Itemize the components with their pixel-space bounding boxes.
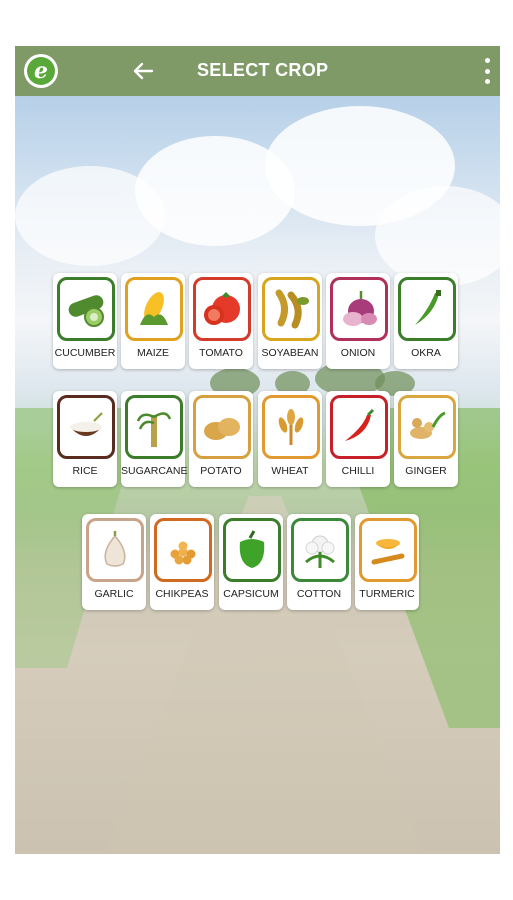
potato-icon <box>193 395 251 459</box>
soyabean-icon <box>262 277 320 341</box>
crop-label: POTATO <box>200 465 242 477</box>
tomato-icon <box>193 277 251 341</box>
crop-label: ONION <box>340 347 376 359</box>
page-title: SELECT CROP <box>197 60 329 80</box>
app-header: e SELECT CROP <box>15 46 500 96</box>
crop-card-maize[interactable]: MAIZE <box>121 273 185 369</box>
crop-label: GARLIC <box>94 588 134 600</box>
rice-icon <box>57 395 115 459</box>
crop-label: CUCUMBER <box>54 347 116 359</box>
garlic-icon <box>86 518 144 582</box>
crop-card-turmeric[interactable]: TURMERIC <box>355 514 419 610</box>
cucumber-icon <box>57 277 115 341</box>
crop-card-capsicum[interactable]: CAPSICUM <box>219 514 283 610</box>
crop-label: RICE <box>72 465 98 477</box>
crop-label: TOMATO <box>199 347 243 359</box>
maize-icon <box>125 277 183 341</box>
app-logo[interactable]: e <box>24 54 58 88</box>
crop-card-ginger[interactable]: GINGER <box>394 391 458 487</box>
crop-card-rice[interactable]: RICE <box>53 391 117 487</box>
wheat-icon <box>262 395 320 459</box>
crop-card-chikpeas[interactable]: CHIKPEAS <box>150 514 214 610</box>
chilli-icon <box>330 395 388 459</box>
crop-label: CHILLI <box>341 465 375 477</box>
okra-icon <box>398 277 456 341</box>
crop-label: GINGER <box>405 465 447 477</box>
onion-icon <box>330 277 388 341</box>
turmeric-icon <box>359 518 417 582</box>
ginger-icon <box>398 395 456 459</box>
crop-label: SOYABEAN <box>261 347 319 359</box>
crop-label: COTTON <box>296 588 342 600</box>
chikpeas-icon <box>154 518 212 582</box>
crop-card-sugarcane[interactable]: SUGARCANE <box>121 391 188 487</box>
crop-card-chilli[interactable]: CHILLI <box>326 391 390 487</box>
crop-label: CAPSICUM <box>223 588 279 600</box>
crop-card-tomato[interactable]: TOMATO <box>189 273 253 369</box>
logo-letter: e <box>27 57 55 85</box>
crop-label: OKRA <box>411 347 441 359</box>
crop-card-cotton[interactable]: COTTON <box>287 514 351 610</box>
crop-label: TURMERIC <box>359 588 415 600</box>
crop-label: SUGARCANE <box>121 465 188 477</box>
back-arrow-icon[interactable] <box>129 57 157 85</box>
crop-label: WHEAT <box>271 465 309 477</box>
crop-card-soyabean[interactable]: SOYABEAN <box>258 273 322 369</box>
sugarcane-icon <box>125 395 183 459</box>
crop-card-wheat[interactable]: WHEAT <box>258 391 322 487</box>
crop-label: CHIKPEAS <box>155 588 209 600</box>
crop-card-onion[interactable]: ONION <box>326 273 390 369</box>
crop-card-okra[interactable]: OKRA <box>394 273 458 369</box>
crop-label: MAIZE <box>136 347 170 359</box>
capsicum-icon <box>223 518 281 582</box>
crop-card-cucumber[interactable]: CUCUMBER <box>53 273 117 369</box>
cotton-icon <box>291 518 349 582</box>
crop-card-garlic[interactable]: GARLIC <box>82 514 146 610</box>
crop-card-potato[interactable]: POTATO <box>189 391 253 487</box>
more-vert-icon[interactable] <box>480 58 494 84</box>
